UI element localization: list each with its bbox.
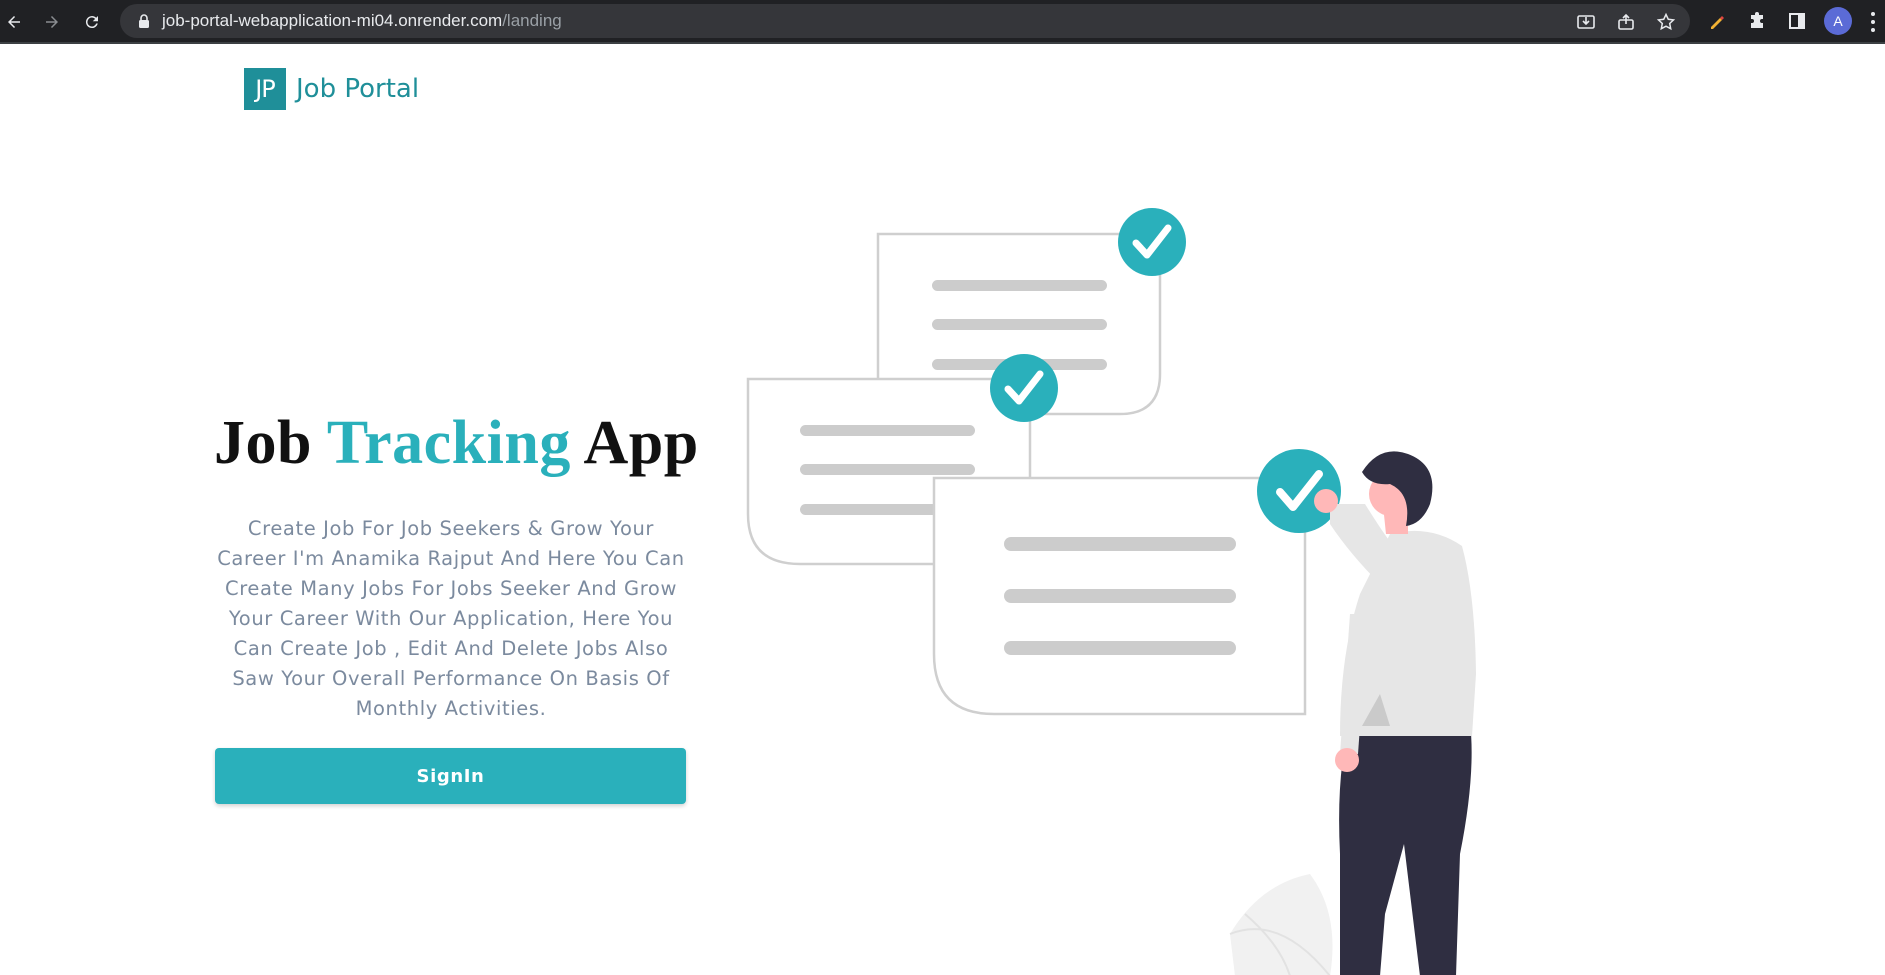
document-line [932, 319, 1107, 330]
document-line [1004, 589, 1236, 603]
document-line [800, 425, 975, 436]
browser-toolbar: job-portal-webapplication-mi04.onrender.… [0, 0, 1885, 44]
hero-description: Create Job For Job Seekers & Grow Your C… [217, 517, 685, 720]
url-host: job-portal-webapplication-mi04.onrender.… [162, 11, 503, 30]
extensions-puzzle-icon[interactable] [1744, 8, 1770, 34]
landing-page: JP Job Portal Job Tracking App Create Jo… [0, 44, 1885, 975]
logo-initials: JP [244, 68, 286, 110]
color-picker-extension-icon[interactable] [1704, 8, 1730, 34]
document-line [800, 464, 975, 475]
signin-button[interactable]: SignIn [215, 748, 686, 804]
title-word-tracking: Tracking [326, 409, 571, 477]
document-line [932, 280, 1107, 291]
checkmark-icon [1118, 208, 1186, 276]
bookmark-star-icon[interactable] [1655, 11, 1677, 33]
checkmark-icon [990, 354, 1058, 422]
url-text[interactable]: job-portal-webapplication-mi04.onrender.… [162, 12, 562, 30]
document-line [1004, 537, 1236, 551]
address-bar[interactable]: job-portal-webapplication-mi04.onrender.… [120, 4, 1690, 38]
forward-arrow-icon[interactable] [38, 8, 66, 36]
brand-logo[interactable]: JP Job Portal [244, 68, 419, 110]
profile-avatar[interactable]: A [1824, 7, 1852, 35]
job-checklist-illustration [746, 208, 1476, 975]
menu-kebab-icon[interactable] [1868, 9, 1878, 35]
install-app-icon[interactable] [1575, 11, 1597, 33]
title-word-job: Job [214, 409, 312, 477]
share-icon[interactable] [1615, 11, 1637, 33]
person-figure [1314, 451, 1476, 975]
reload-icon[interactable] [78, 8, 106, 36]
title-word-app: App [583, 409, 699, 477]
side-panel-icon[interactable] [1784, 8, 1810, 34]
brand-name: Job Portal [296, 74, 420, 104]
document-line [1004, 641, 1236, 655]
page-title: Job Tracking App [214, 408, 698, 479]
url-path: /landing [502, 11, 562, 30]
plant-leaf-decoration [1229, 874, 1333, 975]
back-arrow-icon[interactable] [0, 8, 28, 36]
lock-icon[interactable] [136, 13, 152, 29]
